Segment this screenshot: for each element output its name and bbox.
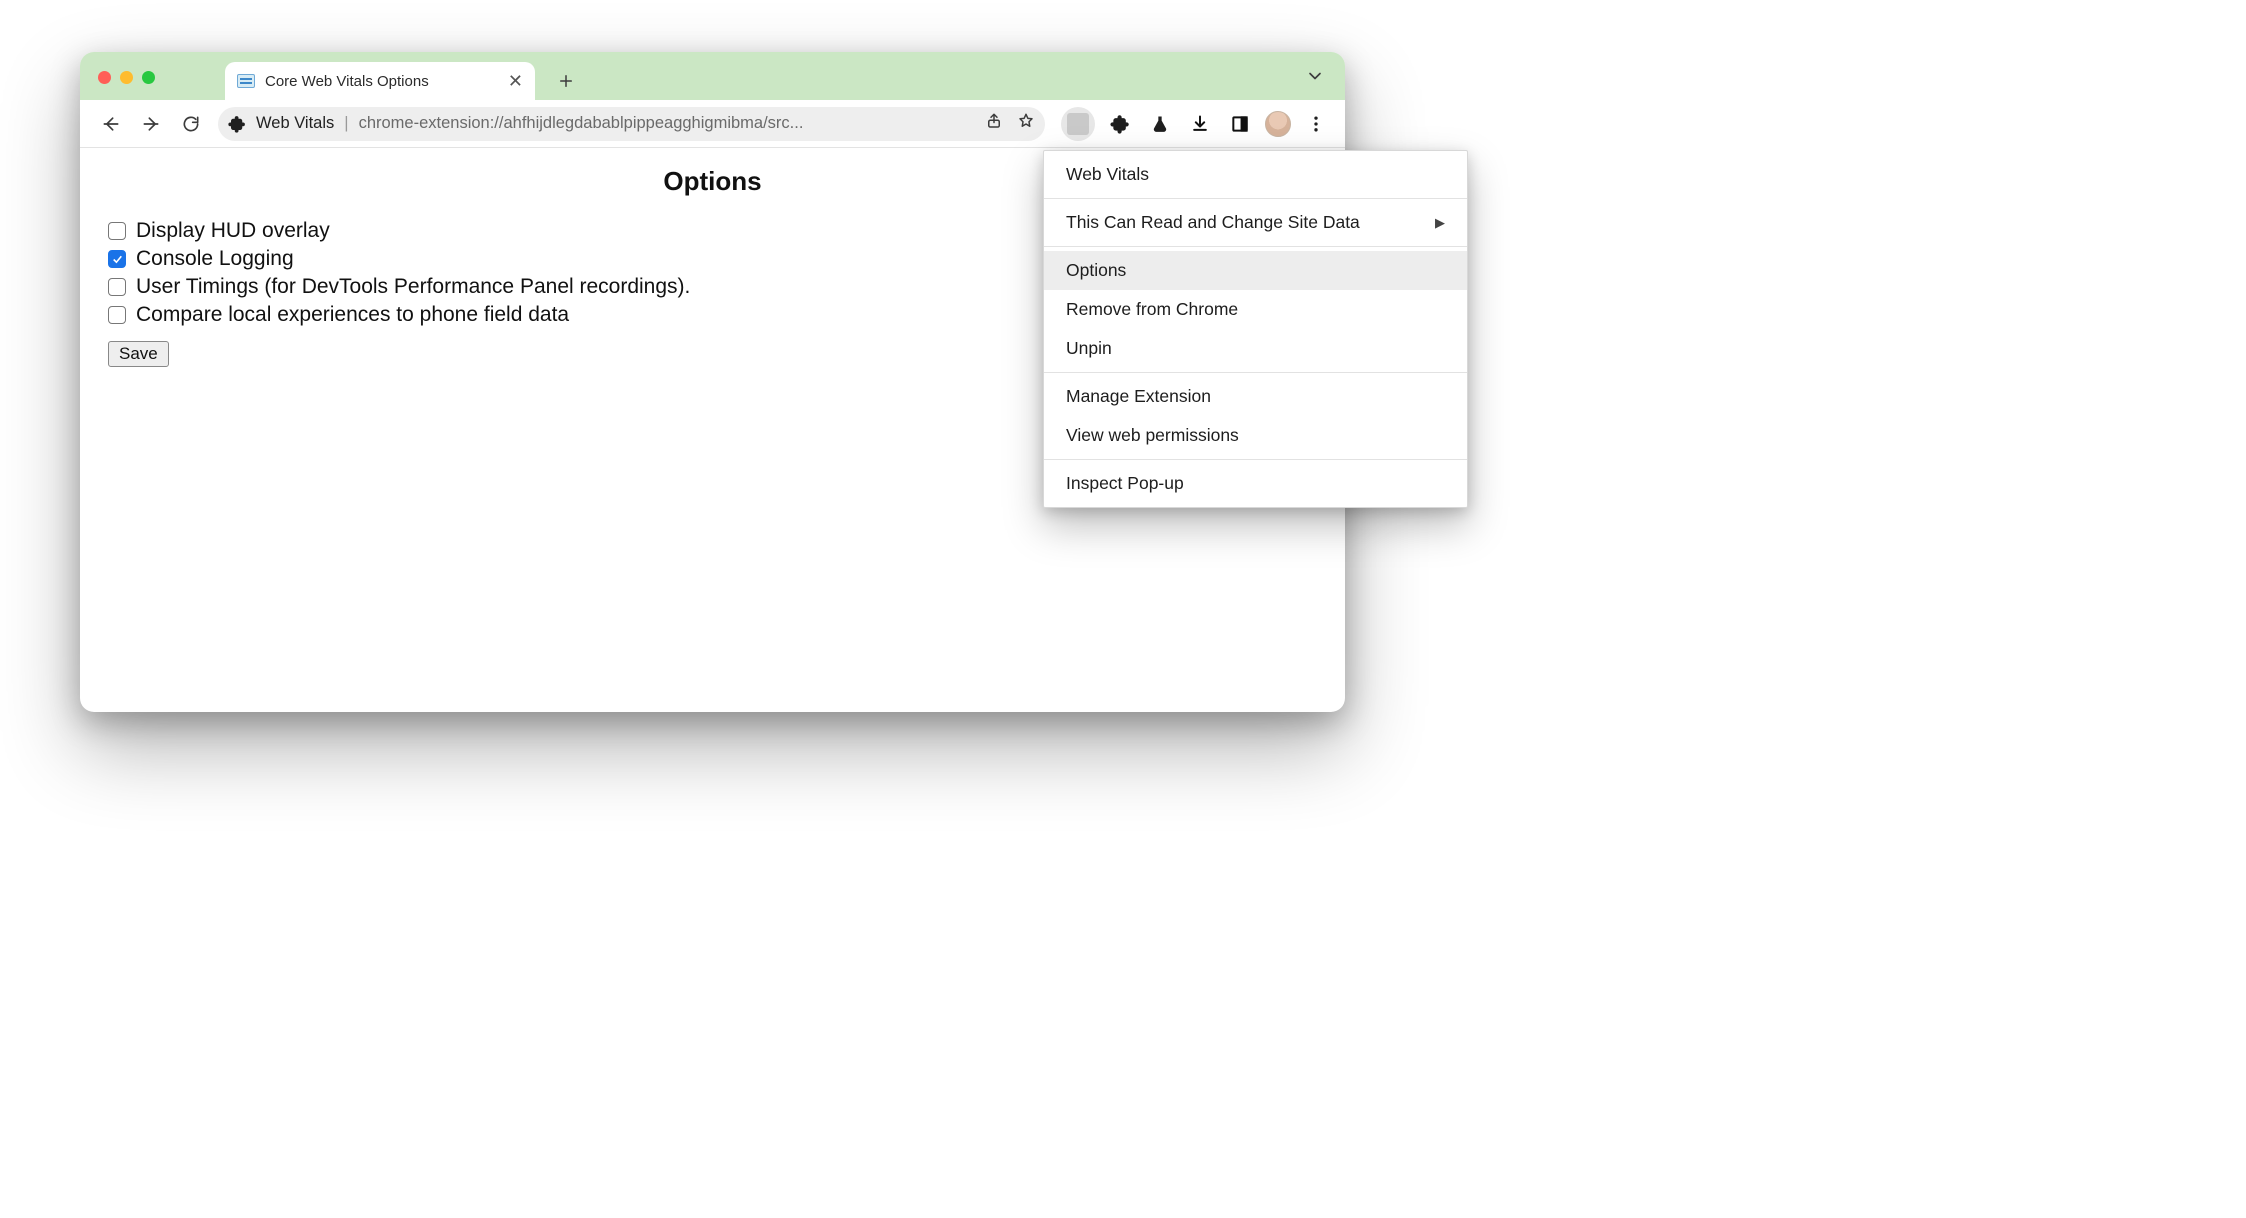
ctx-manage-extension[interactable]: Manage Extension <box>1044 377 1467 416</box>
window-controls <box>98 71 155 84</box>
checkbox-console-logging[interactable] <box>108 250 126 268</box>
omnibox-separator: | <box>344 114 348 133</box>
extension-placeholder-icon <box>1067 113 1089 135</box>
ctx-separator <box>1044 246 1467 247</box>
nav-back-button[interactable] <box>94 107 128 141</box>
tab-title: Core Web Vitals Options <box>265 73 429 90</box>
ctx-view-permissions[interactable]: View web permissions <box>1044 416 1467 455</box>
downloads-icon[interactable] <box>1185 109 1215 139</box>
tab-list-button[interactable] <box>1305 66 1325 91</box>
extensions-puzzle-icon[interactable] <box>1105 109 1135 139</box>
option-label: User Timings (for DevTools Performance P… <box>136 275 690 299</box>
tab-strip: Core Web Vitals Options ✕ <box>80 52 1345 100</box>
ctx-remove[interactable]: Remove from Chrome <box>1044 290 1467 329</box>
omnibox-extension-name: Web Vitals <box>256 114 334 133</box>
option-label: Compare local experiences to phone field… <box>136 303 569 327</box>
option-label: Display HUD overlay <box>136 219 330 243</box>
window-fullscreen-button[interactable] <box>142 71 155 84</box>
ctx-separator <box>1044 198 1467 199</box>
option-label: Console Logging <box>136 247 294 271</box>
active-extension-indicator[interactable] <box>1061 107 1095 141</box>
ctx-unpin[interactable]: Unpin <box>1044 329 1467 368</box>
nav-reload-button[interactable] <box>174 107 208 141</box>
browser-window: Core Web Vitals Options ✕ Web <box>80 52 1345 712</box>
extension-icon <box>228 115 246 133</box>
submenu-arrow-icon: ▶ <box>1435 215 1445 231</box>
share-icon[interactable] <box>985 112 1003 135</box>
save-button[interactable]: Save <box>108 341 169 367</box>
extension-context-menu: Web Vitals This Can Read and Change Site… <box>1043 150 1468 508</box>
ctx-extension-title: Web Vitals <box>1044 155 1467 194</box>
omnibox-url: chrome-extension://ahfhijdlegdabablpippe… <box>359 114 975 133</box>
checkbox-hud-overlay[interactable] <box>108 222 126 240</box>
ctx-separator <box>1044 372 1467 373</box>
checkbox-user-timings[interactable] <box>108 278 126 296</box>
labs-flask-icon[interactable] <box>1145 109 1175 139</box>
nav-forward-button[interactable] <box>134 107 168 141</box>
bookmark-star-icon[interactable] <box>1017 112 1035 135</box>
window-close-button[interactable] <box>98 71 111 84</box>
browser-tab[interactable]: Core Web Vitals Options ✕ <box>225 62 535 100</box>
browser-menu-button[interactable] <box>1301 109 1331 139</box>
browser-toolbar: Web Vitals | chrome-extension://ahfhijdl… <box>80 100 1345 148</box>
profile-avatar[interactable] <box>1265 111 1291 137</box>
address-bar[interactable]: Web Vitals | chrome-extension://ahfhijdl… <box>218 107 1045 141</box>
new-tab-button[interactable] <box>549 64 583 98</box>
window-minimize-button[interactable] <box>120 71 133 84</box>
ctx-options[interactable]: Options <box>1044 251 1467 290</box>
panel-icon[interactable] <box>1225 109 1255 139</box>
tab-close-button[interactable]: ✕ <box>508 72 523 90</box>
checkbox-compare-local[interactable] <box>108 306 126 324</box>
ctx-inspect-popup[interactable]: Inspect Pop-up <box>1044 464 1467 503</box>
tab-favicon-icon <box>237 74 255 88</box>
ctx-site-data-submenu[interactable]: This Can Read and Change Site Data ▶ <box>1044 203 1467 242</box>
ctx-item-label: This Can Read and Change Site Data <box>1066 212 1360 233</box>
ctx-separator <box>1044 459 1467 460</box>
